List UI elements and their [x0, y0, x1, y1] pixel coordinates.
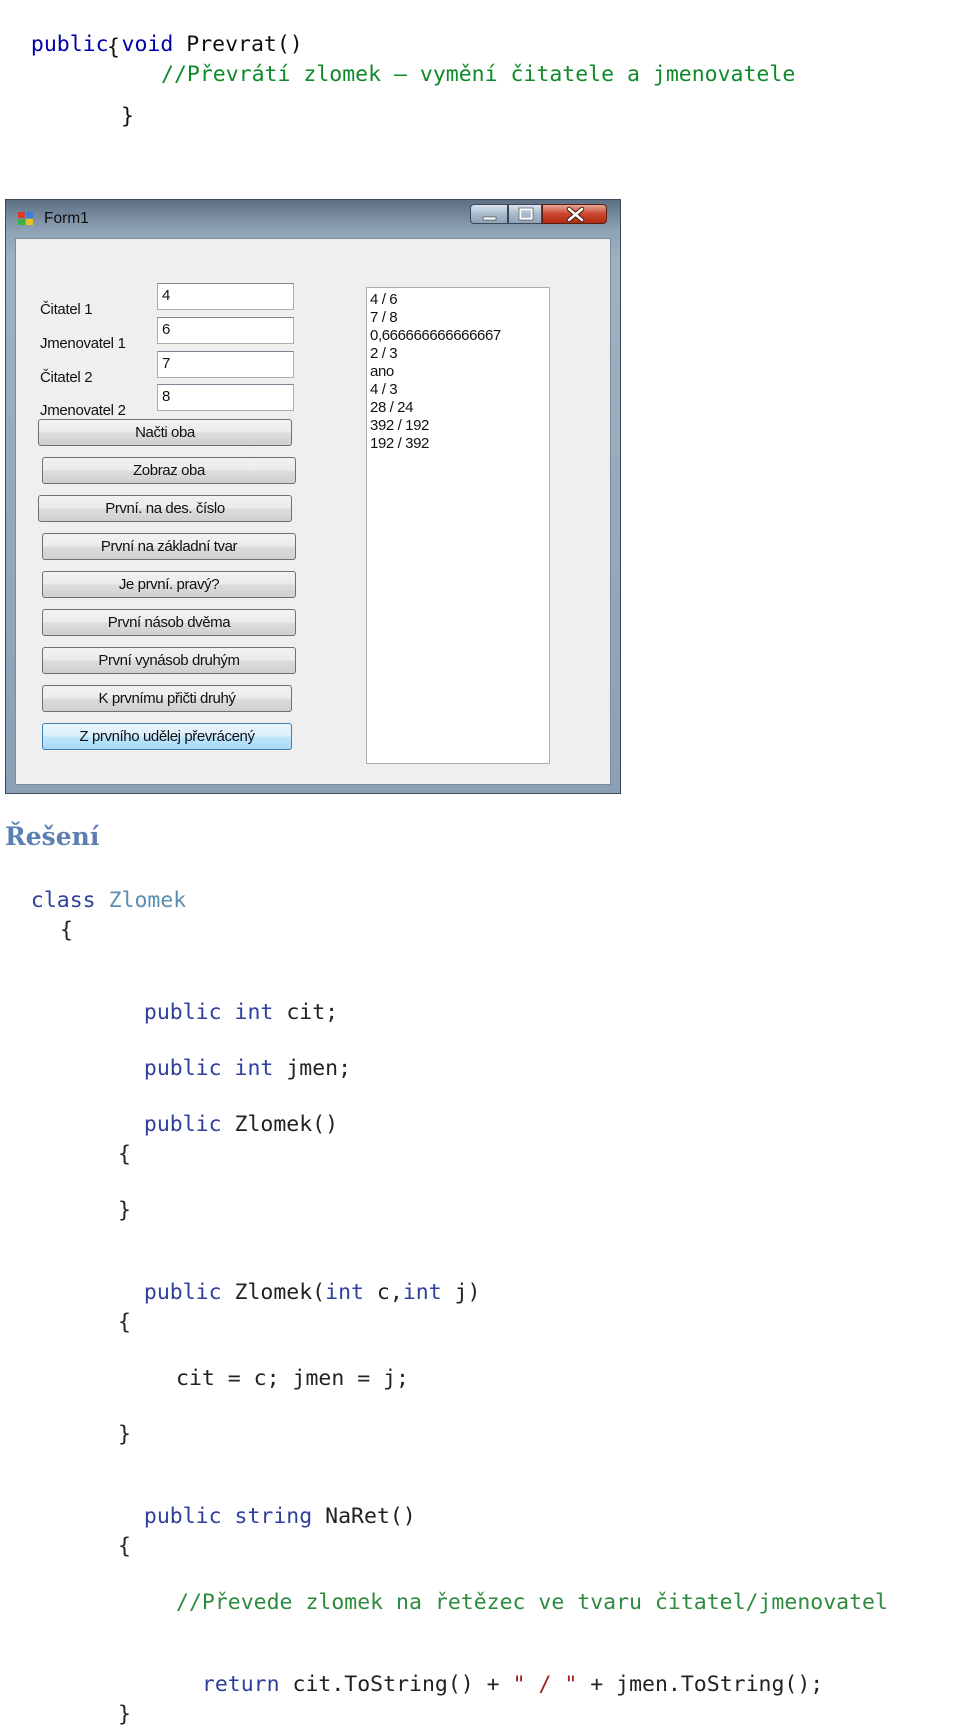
code-line-return: return cit.ToString() + " / " + jmen.ToS… — [176, 1646, 823, 1698]
code-identifier: cit; — [286, 1000, 339, 1025]
code-identifier: NaRet() — [325, 1504, 416, 1529]
code-line-ctor-default: public Zlomek() — [118, 1086, 338, 1138]
list-item[interactable]: 4 / 3 — [370, 381, 549, 399]
code-brace-open: { — [107, 35, 120, 60]
code-keyword: int — [402, 1280, 442, 1305]
label-jmenovatel-2: Jmenovatel 2 — [40, 402, 126, 419]
list-item[interactable]: 392 / 192 — [370, 417, 549, 435]
jmenovatel-1-input[interactable]: 6 — [157, 317, 294, 344]
code-keyword: public — [30, 32, 109, 57]
prvni-na-des-cislo-button[interactable]: První. na des. číslo — [38, 495, 292, 522]
code-identifier: jmen; — [286, 1056, 352, 1081]
code-brace-close: } — [118, 1422, 131, 1447]
code-keyword: return — [201, 1672, 280, 1697]
label-citatel-2: Čitatel 2 — [40, 369, 93, 386]
maximize-icon — [518, 207, 534, 221]
form-window: Form1 Čitatel 1 Jmenovatel 1 Čitatel 2 J… — [5, 199, 621, 794]
code-keyword: int — [234, 1000, 274, 1025]
code-type-name: Zlomek — [108, 888, 187, 913]
code-line-prevrat-signature: public void Prevrat() — [5, 6, 303, 58]
minimize-icon — [482, 216, 497, 221]
nacti-oba-button[interactable]: Načti oba — [38, 419, 292, 446]
citatel-1-input[interactable]: 4 — [157, 283, 294, 310]
code-brace-open: { — [118, 1310, 131, 1335]
list-item[interactable]: 7 / 8 — [370, 309, 549, 327]
code-identifier: j) — [454, 1280, 481, 1305]
code-identifier: Zlomek() — [234, 1112, 339, 1137]
label-citatel-1: Čitatel 1 — [40, 301, 93, 318]
code-line-class-decl: class Zlomek — [5, 862, 186, 914]
list-item[interactable]: ano — [370, 363, 549, 381]
code-keyword: string — [234, 1504, 313, 1529]
code-identifier: c, — [376, 1280, 403, 1305]
code-method-name: Prevrat() — [186, 32, 303, 57]
code-brace-open: { — [118, 1534, 131, 1559]
app-icon — [18, 212, 34, 226]
citatel-2-input[interactable]: 7 — [157, 351, 294, 378]
prvni-nasob-dvema-button[interactable]: První násob dvěma — [42, 609, 296, 636]
code-comment: //Převede zlomek na řetězec ve tvaru čit… — [176, 1590, 888, 1615]
z-prvniho-udelej-prevraceny-button[interactable]: Z prvního udělej převrácený — [42, 723, 292, 750]
jmenovatel-2-input[interactable]: 8 — [157, 384, 294, 411]
code-keyword: public — [143, 1056, 222, 1081]
prvni-vynasob-druhym-button[interactable]: První vynásob druhým — [42, 647, 296, 674]
result-listbox[interactable]: 4 / 6 7 / 8 0,666666666666667 2 / 3 ano … — [366, 287, 550, 764]
list-item[interactable]: 28 / 24 — [370, 399, 549, 417]
code-brace-open: { — [118, 1142, 131, 1167]
minimize-button[interactable] — [470, 204, 508, 224]
code-keyword: public — [143, 1000, 222, 1025]
prvni-na-zakladni-tvar-button[interactable]: První na základní tvar — [42, 533, 296, 560]
close-icon — [566, 206, 585, 223]
code-expression: cit.ToString() + — [292, 1672, 513, 1697]
zobraz-oba-button[interactable]: Zobraz oba — [42, 457, 296, 484]
section-heading: Řešení — [5, 822, 100, 851]
code-brace-close: } — [121, 104, 134, 129]
code-keyword: int — [234, 1056, 274, 1081]
code-brace-close: } — [118, 1702, 131, 1727]
window-title: Form1 — [44, 210, 89, 227]
list-item[interactable]: 4 / 6 — [370, 291, 549, 309]
code-brace-close: } — [118, 1198, 131, 1223]
code-assignment: cit = c; jmen = j; — [176, 1366, 409, 1391]
code-line-ctor-params: public Zlomek(int c,int j) — [118, 1254, 481, 1306]
code-line-method-naret: public string NaRet() — [118, 1478, 416, 1530]
code-keyword: public — [143, 1280, 222, 1305]
list-item[interactable]: 2 / 3 — [370, 345, 549, 363]
form-client-area: Čitatel 1 Jmenovatel 1 Čitatel 2 Jmenova… — [15, 238, 611, 785]
code-brace-open: { — [60, 918, 73, 943]
code-expression: + jmen.ToString(); — [577, 1672, 824, 1697]
list-item[interactable]: 192 / 392 — [370, 435, 549, 453]
k-prvnimu-pricti-druhy-button[interactable]: K prvnímu přičti druhý — [42, 685, 292, 712]
code-string-literal: " / " — [512, 1672, 578, 1697]
code-keyword: public — [143, 1504, 222, 1529]
code-keyword: class — [30, 888, 96, 913]
code-comment: //Převrátí zlomek – vymění čitatele a jm… — [161, 62, 796, 87]
title-bar[interactable]: Form1 — [6, 200, 620, 236]
code-keyword: int — [325, 1280, 364, 1305]
maximize-button[interactable] — [508, 204, 542, 224]
list-item[interactable]: 0,666666666666667 — [370, 327, 549, 345]
code-keyword: void — [121, 32, 174, 57]
je-prvni-pravy-button[interactable]: Je první. pravý? — [42, 571, 296, 598]
close-button[interactable] — [542, 204, 607, 224]
code-keyword: public — [143, 1112, 222, 1137]
code-line-field-cit: public int cit; — [118, 974, 338, 1026]
label-jmenovatel-1: Jmenovatel 1 — [40, 335, 126, 352]
code-line-field-jmen: public int jmen; — [118, 1030, 351, 1082]
code-identifier: Zlomek( — [234, 1280, 326, 1305]
